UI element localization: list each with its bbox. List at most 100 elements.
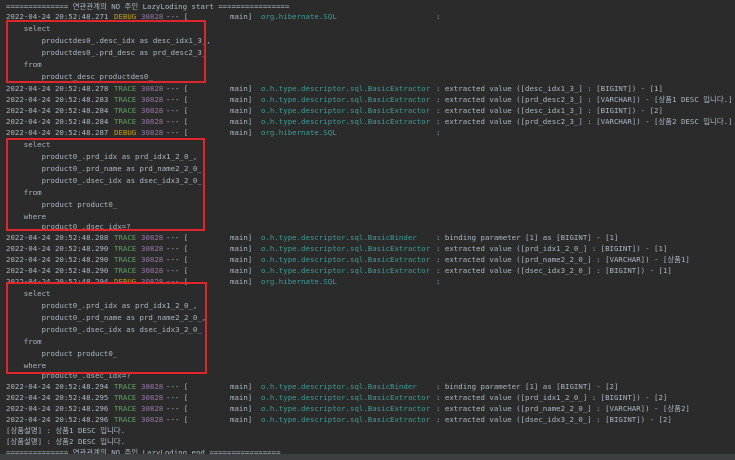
timestamp: 2022-04-24 20:52:48.283 <box>6 95 109 104</box>
timestamp: 2022-04-24 20:52:48.284 <box>6 117 109 126</box>
thread: main] <box>230 277 253 286</box>
log-message: : extracted value ([desc_idx1_3_] : [BIG… <box>436 106 663 115</box>
logger-link[interactable]: o.h.type.descriptor.sql.BasicExtractor <box>261 106 430 115</box>
logger-link[interactable]: o.h.type.descriptor.sql.BasicExtractor <box>261 404 430 413</box>
timestamp: 2022-04-24 20:52:48.290 <box>6 255 109 264</box>
log-line: 2022-04-24 20:52:48.283 TRACE 30828 --- … <box>6 95 735 104</box>
separator: --- [ <box>166 415 189 424</box>
thread: main] <box>230 266 253 275</box>
log-message: : extracted value ([dsec_idx3_2_0_] : [B… <box>436 415 672 424</box>
log-level: TRACE <box>114 415 137 424</box>
log-line: 2022-04-24 20:52:48.284 TRACE 30828 --- … <box>6 117 735 126</box>
thread: main] <box>230 128 253 137</box>
separator: --- [ <box>166 95 189 104</box>
log-message: : <box>436 12 441 21</box>
timestamp: 2022-04-24 20:52:48.284 <box>6 106 109 115</box>
logger-link[interactable]: o.h.type.descriptor.sql.BasicExtractor <box>261 84 430 93</box>
timestamp: 2022-04-24 20:52:48.290 <box>6 244 109 253</box>
log-line: 2022-04-24 20:52:48.296 TRACE 30828 --- … <box>6 415 735 424</box>
log-level: TRACE <box>114 255 137 264</box>
log-line: 2022-04-24 20:52:48.284 TRACE 30828 --- … <box>6 106 735 115</box>
pid: 30828 <box>141 404 164 413</box>
pid: 30828 <box>141 106 164 115</box>
timestamp: 2022-04-24 20:52:48.290 <box>6 266 109 275</box>
log-message: : <box>436 128 441 137</box>
logger-link[interactable]: o.h.type.descriptor.sql.BasicBinder <box>261 382 417 391</box>
log-level: TRACE <box>114 244 137 253</box>
output-line: [상품설명] : 상품2 DESC 입니다. <box>6 437 126 446</box>
logger-link[interactable]: org.hibernate.SQL <box>261 277 337 286</box>
output-line: [상품설명] : 상품1 DESC 입니다. <box>6 426 126 435</box>
logger-link[interactable]: org.hibernate.SQL <box>261 12 337 21</box>
log-message: : extracted value ([prd_desc2_3_] : [VAR… <box>436 95 733 104</box>
log-line: 2022-04-24 20:52:48.290 TRACE 30828 --- … <box>6 266 735 275</box>
highlight-box <box>6 282 207 374</box>
log-message: : extracted value ([desc_idx1_3_] : [BIG… <box>436 84 663 93</box>
pid: 30828 <box>141 117 164 126</box>
log-level: TRACE <box>114 95 137 104</box>
pid: 30828 <box>141 84 164 93</box>
header-line: ============== 연관관계의 NO 주인 LazyLoding st… <box>6 2 290 11</box>
timestamp: 2022-04-24 20:52:48.278 <box>6 84 109 93</box>
thread: main] <box>230 95 253 104</box>
log-message: : binding parameter [1] as [BIGINT] - [1… <box>436 233 619 242</box>
separator: --- [ <box>166 233 189 242</box>
logger-link[interactable]: o.h.type.descriptor.sql.BasicExtractor <box>261 95 430 104</box>
logger-link[interactable]: o.h.type.descriptor.sql.BasicExtractor <box>261 244 430 253</box>
timestamp: 2022-04-24 20:52:48.288 <box>6 233 109 242</box>
logger-link[interactable]: o.h.type.descriptor.sql.BasicExtractor <box>261 266 430 275</box>
log-level: TRACE <box>114 266 137 275</box>
separator: --- [ <box>166 106 189 115</box>
logger-link[interactable]: org.hibernate.SQL <box>261 128 337 137</box>
log-message: : extracted value ([dsec_idx3_2_0_] : [B… <box>436 266 672 275</box>
separator: --- [ <box>166 393 189 402</box>
pid: 30828 <box>141 95 164 104</box>
pid: 30828 <box>141 266 164 275</box>
thread: main] <box>230 117 253 126</box>
pid: 30828 <box>141 244 164 253</box>
thread: main] <box>230 233 253 242</box>
thread: main] <box>230 255 253 264</box>
log-level: TRACE <box>114 404 137 413</box>
thread: main] <box>230 244 253 253</box>
status-bar <box>0 454 735 460</box>
log-line: 2022-04-24 20:52:48.287 DEBUG 30828 --- … <box>6 128 735 137</box>
logger-link[interactable]: o.h.type.descriptor.sql.BasicExtractor <box>261 255 430 264</box>
thread: main] <box>230 382 253 391</box>
pid: 30828 <box>141 128 164 137</box>
log-line: 2022-04-24 20:52:48.278 TRACE 30828 --- … <box>6 84 735 93</box>
pid: 30828 <box>141 382 164 391</box>
separator: --- [ <box>166 382 189 391</box>
separator: --- [ <box>166 84 189 93</box>
logger-link[interactable]: o.h.type.descriptor.sql.BasicExtractor <box>261 415 430 424</box>
log-message: : extracted value ([prd_idx1_2_0_] : [BI… <box>436 244 668 253</box>
timestamp: 2022-04-24 20:52:48.294 <box>6 382 109 391</box>
pid: 30828 <box>141 233 164 242</box>
console-output[interactable]: ============== 연관관계의 NO 주인 LazyLoding st… <box>0 0 735 460</box>
thread: main] <box>230 415 253 424</box>
log-level: TRACE <box>114 106 137 115</box>
highlight-box <box>6 138 205 231</box>
log-level: DEBUG <box>114 128 137 137</box>
timestamp: 2022-04-24 20:52:48.295 <box>6 393 109 402</box>
log-message: : extracted value ([prd_name2_2_0_] : [V… <box>436 404 690 413</box>
logger-link[interactable]: o.h.type.descriptor.sql.BasicExtractor <box>261 393 430 402</box>
separator: --- [ <box>166 117 189 126</box>
thread: main] <box>230 393 253 402</box>
separator: --- [ <box>166 255 189 264</box>
separator: --- [ <box>166 266 189 275</box>
log-message: : extracted value ([prd_desc2_3_] : [VAR… <box>436 117 733 126</box>
log-line: 2022-04-24 20:52:48.296 TRACE 30828 --- … <box>6 404 735 413</box>
thread: main] <box>230 404 253 413</box>
log-message: : extracted value ([prd_idx1_2_0_] : [BI… <box>436 393 668 402</box>
separator: --- [ <box>166 128 189 137</box>
pid: 30828 <box>141 255 164 264</box>
log-line: 2022-04-24 20:52:48.290 TRACE 30828 --- … <box>6 255 735 264</box>
logger-link[interactable]: o.h.type.descriptor.sql.BasicBinder <box>261 233 417 242</box>
separator: --- [ <box>166 404 189 413</box>
logger-link[interactable]: o.h.type.descriptor.sql.BasicExtractor <box>261 117 430 126</box>
pid: 30828 <box>141 415 164 424</box>
log-level: TRACE <box>114 84 137 93</box>
log-message: : extracted value ([prd_name2_2_0_] : [V… <box>436 255 690 264</box>
log-message: : binding parameter [1] as [BIGINT] - [2… <box>436 382 619 391</box>
